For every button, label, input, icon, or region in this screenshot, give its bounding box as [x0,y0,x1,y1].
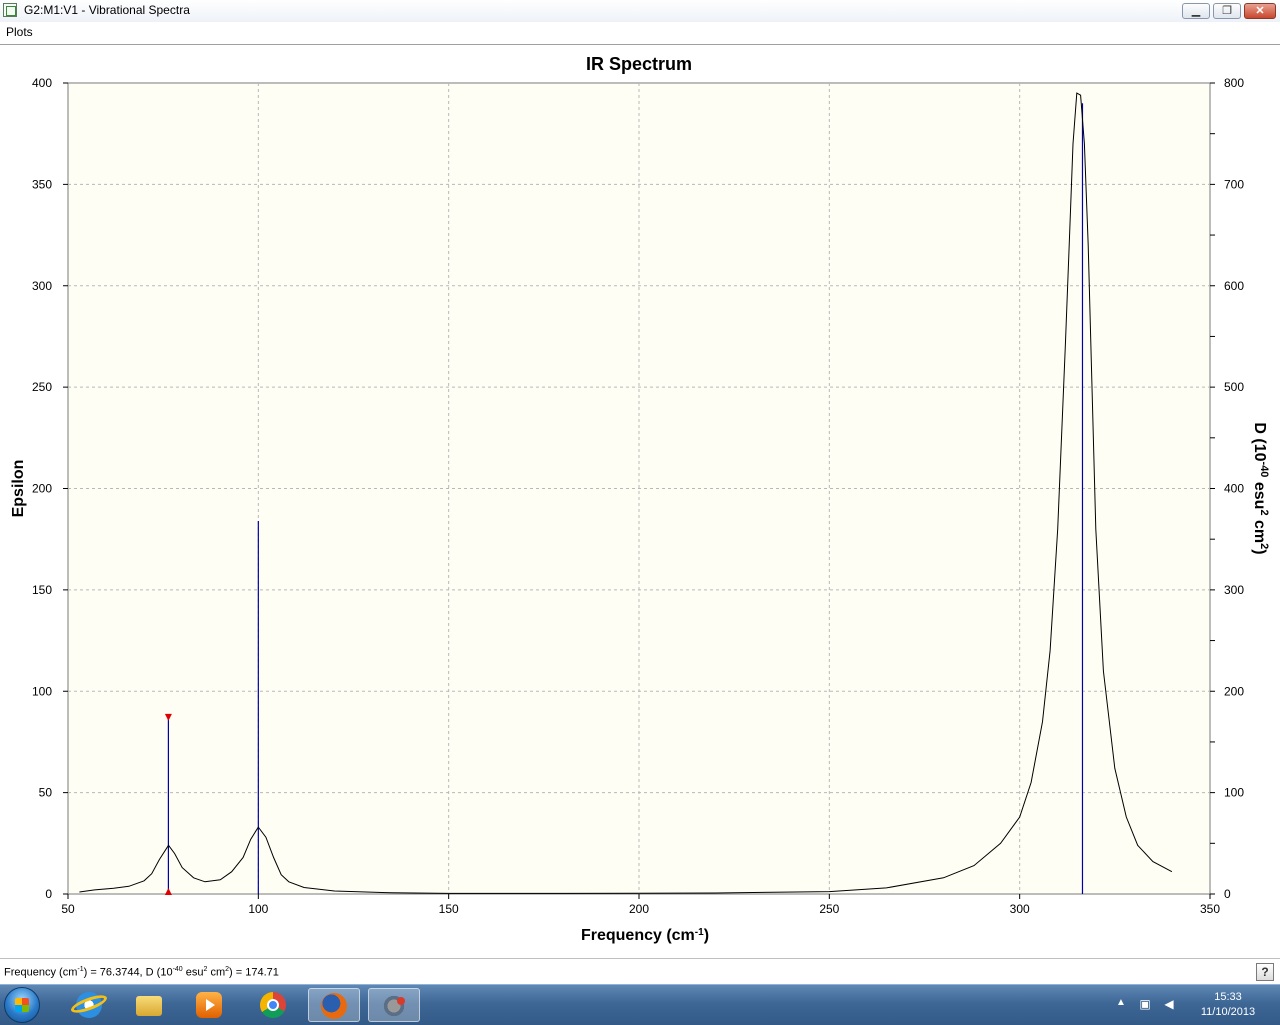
gaussview-icon [381,993,407,1019]
y-tick-label: 400 [32,76,52,90]
x-axis-label: Frequency (cm-1) [581,927,709,945]
window-title: G2:M1:V1 - Vibrational Spectra [24,3,190,17]
y2-tick-label: 0 [1224,887,1231,901]
ir-spectrum-chart[interactable]: 50 100 150 200 250 300 350 0 50 100 150 200 250 300 35… [0,45,1280,957]
x-tick-label: 50 [61,902,75,916]
x-tick-label: 350 [1200,902,1220,916]
y2-tick-label: 800 [1224,76,1244,90]
taskbar-firefox[interactable] [308,988,360,1022]
clock-date: 11/10/2013 [1200,1006,1256,1018]
taskbar: ▲ ▣ ◀ 15:33 11/10/2013 [0,984,1280,1025]
y-tick-label: 0 [45,887,52,901]
menu-plots[interactable]: Plots [6,25,33,39]
y2-tick-label: 600 [1224,279,1244,293]
minimize-button[interactable]: ▁ [1182,3,1210,19]
status-bar: Frequency (cm-1) = 76.3744, D (10-40 esu… [0,958,1280,985]
window-titlebar: G2:M1:V1 - Vibrational Spectra ▁ ❐ ✕ [0,0,1280,23]
y-axis-label: Epsilon [10,460,27,518]
status-readout: Frequency (cm-1) = 76.3744, D (10-40 esu… [4,966,279,979]
network-icon[interactable]: ▣ [1138,997,1152,1011]
y-tick-label: 350 [32,177,52,191]
volume-icon[interactable]: ◀ [1162,997,1176,1011]
taskbar-internet-explorer[interactable] [64,988,116,1022]
taskbar-chrome[interactable] [248,988,300,1022]
taskbar-gaussview[interactable] [368,988,420,1022]
app-icon[interactable] [3,3,17,17]
x-tick-label: 250 [819,902,839,916]
x-tick-label: 300 [1010,902,1030,916]
y-tick-label: 250 [32,380,52,394]
y-tick-label: 150 [32,583,52,597]
help-button[interactable]: ? [1256,963,1274,981]
y2-tick-label: 700 [1224,177,1244,191]
maximize-button[interactable]: ❐ [1213,3,1241,19]
minimize-icon: ▁ [1191,5,1201,17]
y2-tick-label: 400 [1224,482,1244,496]
x-tick-label: 100 [248,902,268,916]
show-hidden-icons-icon[interactable]: ▲ [1116,997,1126,1008]
y2-tick-label: 200 [1224,684,1244,698]
firefox-icon [321,993,347,1019]
clock-time: 15:33 [1214,991,1242,1003]
media-player-icon [196,992,222,1018]
taskbar-clock[interactable]: 15:33 11/10/2013 [1188,990,1268,1020]
folder-icon [136,996,162,1016]
y2-tick-label: 300 [1224,583,1244,597]
y2-tick-label: 500 [1224,380,1244,394]
plot-panel: 50 100 150 200 250 300 350 0 50 100 150 200 250 300 35… [0,44,1280,957]
y2-axis-label: D (10-40 esu2 cm2) [1251,422,1270,554]
y2-tick-label: 100 [1224,786,1244,800]
restore-icon: ❐ [1222,5,1232,17]
y-tick-label: 200 [32,482,52,496]
close-button[interactable]: ✕ [1244,3,1276,19]
close-icon: ✕ [1255,5,1265,17]
y-tick-label: 100 [32,684,52,698]
start-button[interactable] [4,987,40,1023]
chrome-icon [260,992,286,1018]
x-tick-label: 200 [629,902,649,916]
menu-bar: Plots [0,22,1280,42]
x-tick-label: 150 [439,902,459,916]
chart-title: IR Spectrum [586,54,692,74]
taskbar-media-player[interactable] [184,988,236,1022]
y-tick-label: 300 [32,279,52,293]
y-tick-label: 50 [39,786,53,800]
taskbar-file-explorer[interactable] [124,988,176,1022]
